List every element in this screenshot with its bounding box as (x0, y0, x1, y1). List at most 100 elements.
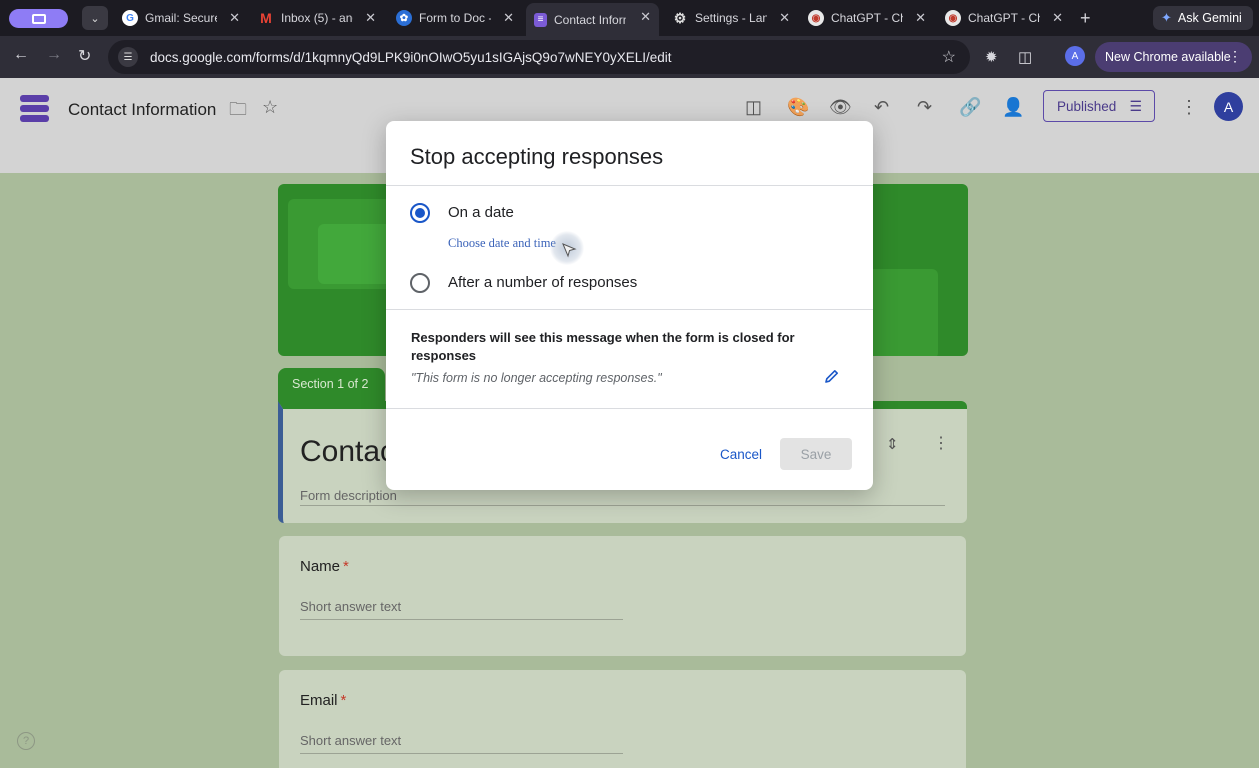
required-asterisk: * (343, 558, 349, 575)
cancel-button[interactable]: Cancel (710, 439, 772, 469)
help-glyph: ? (22, 735, 30, 747)
browser-tab-strip: ⌄ G Gmail: Secure, ✕ M Inbox (5) - ang ✕… (0, 0, 1259, 36)
tab-settings[interactable]: ⚙ Settings - Lan ✕ (664, 4, 798, 32)
collapse-section-icon[interactable]: ⇕ (886, 435, 899, 453)
undo-icon[interactable]: ↶ (874, 97, 889, 118)
tab-label: ChatGPT - Ch (831, 11, 903, 25)
back-icon[interactable]: ← (13, 46, 29, 64)
closed-message-text: "This form is no longer accepting respon… (411, 371, 662, 385)
tab-search-button[interactable]: ⌄ (82, 6, 108, 30)
profile-initial: A (1071, 50, 1079, 62)
form-description-input[interactable]: Form description (300, 488, 397, 503)
close-icon[interactable]: ✕ (640, 9, 651, 25)
tab-contact-information[interactable]: ≡ Contact Inform ✕ (526, 3, 659, 36)
gemini-spark-icon: ✦ (1161, 10, 1172, 25)
add-collaborator-icon[interactable]: 👤 (1002, 97, 1024, 118)
short-answer-placeholder: Short answer text (300, 599, 402, 614)
closed-message-heading: Responders will see this message when th… (411, 330, 795, 363)
tab-chatgpt-2[interactable]: ◉ ChatGPT - Ch ✕ (937, 4, 1071, 32)
window-switcher-button[interactable] (9, 9, 68, 28)
gear-icon: ⚙ (673, 9, 687, 26)
option-label-on-a-date[interactable]: On a date (448, 204, 514, 221)
divider (386, 408, 873, 409)
question-card-email[interactable]: Email * Short answer text (279, 670, 966, 768)
google-icon: G (122, 10, 138, 26)
star-icon[interactable]: ☆ (262, 97, 278, 118)
tab-label: Gmail: Secure, (145, 11, 217, 25)
google-forms-icon: ≡ (534, 12, 547, 27)
chatgpt-icon: ◉ (808, 10, 824, 26)
stop-accepting-responses-dialog: Stop accepting responses On a date Choos… (386, 121, 873, 490)
tab-label: Form to Doc - (419, 11, 491, 25)
edit-pencil-icon[interactable] (824, 368, 840, 384)
close-icon[interactable]: ✕ (1052, 10, 1063, 26)
tab-chatgpt-1[interactable]: ◉ ChatGPT - Ch ✕ (800, 4, 934, 32)
forward-icon[interactable]: → (46, 46, 62, 64)
chatgpt-extension-icon[interactable]: ✹ (985, 48, 998, 66)
option-label-after-responses[interactable]: After a number of responses (448, 274, 637, 291)
url-text[interactable]: docs.google.com/forms/d/1kqmnyQd9LPK9i0n… (150, 50, 672, 65)
question-label: Name (300, 558, 341, 575)
radio-on-a-date[interactable] (410, 203, 430, 223)
link-icon[interactable]: 🔗 (959, 97, 981, 118)
close-icon[interactable]: ✕ (503, 10, 514, 26)
avatar-initial: A (1223, 98, 1234, 115)
answer-underline (300, 753, 623, 754)
window-icon (31, 13, 46, 24)
account-avatar[interactable]: A (1214, 92, 1243, 121)
add-ons-puzzle-icon[interactable]: ◫ (745, 97, 762, 118)
google-forms-logo-icon[interactable] (20, 95, 49, 122)
short-answer-placeholder: Short answer text (300, 733, 402, 748)
bookmark-star-icon[interactable]: ☆ (942, 47, 956, 67)
new-chrome-available-button[interactable]: New Chrome available ⋮ (1095, 42, 1252, 72)
document-title[interactable]: Contact Information (68, 100, 216, 120)
divider (386, 309, 873, 310)
form-to-doc-icon: ✿ (396, 10, 412, 26)
mouse-cursor-icon (562, 243, 577, 258)
reload-icon[interactable]: ↻ (78, 46, 91, 66)
palette-icon[interactable]: 🎨 (787, 97, 809, 118)
question-card-name[interactable]: Name * Short answer text (279, 536, 966, 656)
tab-inbox[interactable]: M Inbox (5) - ang ✕ (250, 4, 384, 32)
help-icon[interactable]: ? (17, 732, 35, 750)
folder-icon[interactable]: 🗀 (229, 97, 247, 127)
chatgpt-icon: ◉ (945, 10, 961, 26)
site-settings-icon[interactable]: ☰ (118, 47, 138, 67)
question-title[interactable]: Name * (300, 558, 349, 575)
save-button[interactable]: Save (780, 438, 852, 470)
tab-label: Inbox (5) - ang (281, 11, 353, 25)
published-label: Published (1057, 98, 1117, 114)
new-chrome-label: New Chrome available (1105, 50, 1231, 64)
more-vertical-icon[interactable]: ⋮ (1180, 97, 1198, 118)
profile-avatar[interactable]: A (1065, 46, 1085, 66)
tab-form-to-doc[interactable]: ✿ Form to Doc - ✕ (388, 4, 522, 32)
extensions-puzzle-icon[interactable]: ◫ (1018, 48, 1032, 66)
close-icon[interactable]: ✕ (779, 10, 790, 26)
ask-gemini-button[interactable]: ✦ Ask Gemini (1153, 6, 1253, 30)
close-icon[interactable]: ✕ (229, 10, 240, 26)
answer-underline (300, 619, 623, 620)
published-button[interactable]: Published ☰ (1043, 90, 1155, 122)
new-tab-button[interactable]: + (1080, 8, 1091, 29)
more-vertical-icon[interactable]: ⋮ (933, 433, 949, 453)
tab-label: Contact Inform (554, 12, 626, 27)
divider (386, 185, 873, 186)
question-title[interactable]: Email * (300, 692, 346, 709)
redo-icon[interactable]: ↷ (917, 97, 932, 118)
section-indicator: Section 1 of 2 (278, 368, 385, 404)
close-icon[interactable]: ✕ (365, 10, 376, 26)
tab-label: ChatGPT - Ch (968, 11, 1040, 25)
close-icon[interactable]: ✕ (915, 10, 926, 26)
tab-gmail[interactable]: G Gmail: Secure, ✕ (114, 4, 248, 32)
question-label: Email (300, 692, 338, 709)
required-asterisk: * (340, 692, 347, 709)
tune-settings-icon: ☰ (1129, 98, 1142, 114)
form-title[interactable]: Contac (300, 435, 395, 469)
choose-date-and-time-link[interactable]: Choose date and time (448, 236, 556, 251)
browser-toolbar: ← → ↻ ☰ docs.google.com/forms/d/1kqmnyQd… (0, 36, 1259, 78)
preview-eye-icon[interactable]: 👁 (829, 97, 852, 118)
address-bar[interactable]: ☰ docs.google.com/forms/d/1kqmnyQd9LPK9i… (108, 40, 970, 74)
radio-after-number-of-responses[interactable] (410, 273, 430, 293)
tab-label: Settings - Lan (695, 11, 767, 25)
more-vertical-icon[interactable]: ⋮ (1228, 48, 1242, 65)
